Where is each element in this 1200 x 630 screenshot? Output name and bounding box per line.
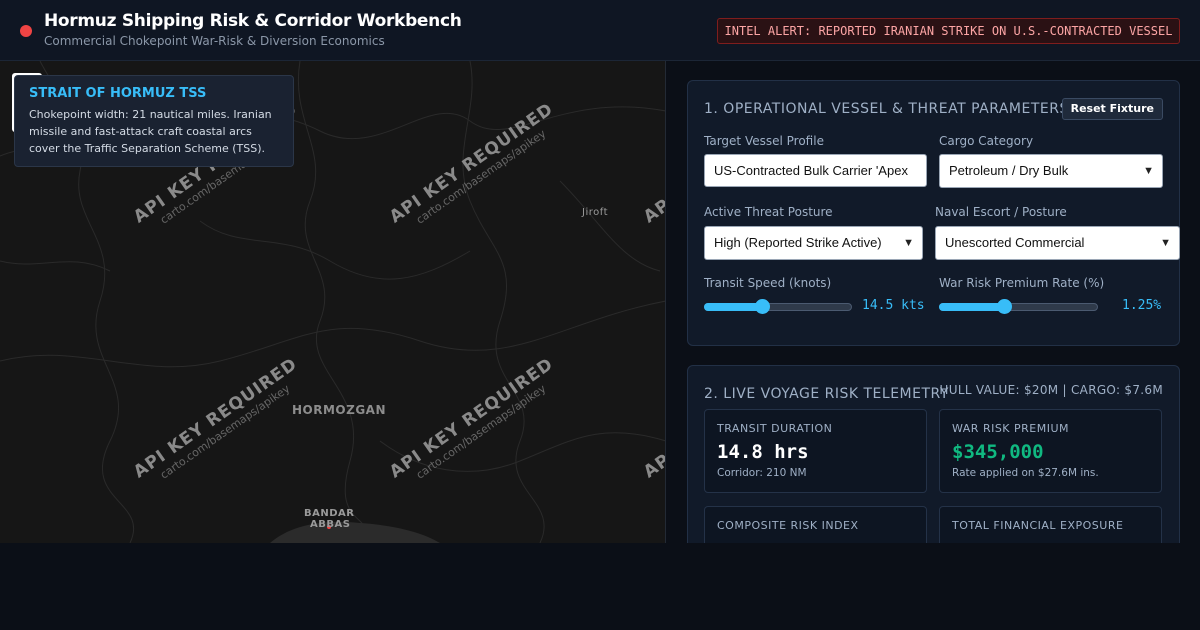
threat-posture-select[interactable]: High (Reported Strike Active) ▼ [704, 226, 923, 260]
chevron-down-icon: ▼ [1160, 237, 1171, 249]
voyage-telemetry-panel: 2. LIVE VOYAGE RISK TELEMETRY HULL VALUE… [687, 365, 1180, 590]
operational-parameters-panel: 1. OPERATIONAL VESSEL & THREAT PARAMETER… [687, 80, 1180, 346]
page-footer-area [0, 543, 1200, 630]
slider-thumb[interactable] [755, 299, 770, 314]
panel-title: 2. LIVE VOYAGE RISK TELEMETRY [704, 386, 949, 402]
war-risk-rate-label: War Risk Premium Rate (%) [939, 276, 1105, 290]
threat-posture-label: Active Threat Posture [704, 205, 833, 219]
map-label-city: BANDAR [304, 508, 355, 519]
map-label-region: HORMOZGAN [292, 403, 387, 417]
metric-sub: Rate applied on $27.6M ins. [952, 467, 1099, 479]
vessel-profile-input[interactable]: US-Contracted Bulk Carrier 'Apex [704, 154, 927, 187]
hull-cargo-values: HULL VALUE: $20M | CARGO: $7.6M [939, 383, 1163, 397]
naval-escort-select[interactable]: Unescorted Commercial ▼ [935, 226, 1180, 260]
reset-fixture-button[interactable]: Reset Fixture [1061, 98, 1163, 120]
metric-label: COMPOSITE RISK INDEX [717, 519, 859, 532]
metric-sub: Corridor: 210 NM [717, 467, 807, 479]
transit-speed-slider[interactable] [704, 299, 852, 314]
map-label-city: ABBAS [310, 519, 351, 530]
app-subtitle: Commercial Chokepoint War-Risk & Diversi… [44, 34, 385, 48]
chevron-down-icon: ▼ [1143, 165, 1154, 177]
app-header: Hormuz Shipping Risk & Corridor Workbenc… [0, 0, 1200, 61]
vessel-profile-label: Target Vessel Profile [704, 134, 824, 148]
war-risk-rate-slider[interactable] [939, 299, 1098, 314]
metric-war-risk-premium: WAR RISK PREMIUM $345,000 Rate applied o… [939, 409, 1162, 493]
app-title: Hormuz Shipping Risk & Corridor Workbenc… [44, 11, 462, 31]
metric-label: TRANSIT DURATION [717, 422, 833, 435]
metric-value: $345,000 [952, 441, 1044, 463]
panel-title: 1. OPERATIONAL VESSEL & THREAT PARAMETER… [704, 101, 1069, 117]
metric-label: WAR RISK PREMIUM [952, 422, 1070, 435]
cargo-category-select[interactable]: Petroleum / Dry Bulk ▼ [939, 154, 1163, 188]
naval-escort-label: Naval Escort / Posture [935, 205, 1067, 219]
tss-card-title: STRAIT OF HORMUZ TSS [29, 86, 207, 101]
tss-info-card: STRAIT OF HORMUZ TSS Chokepoint width: 2… [14, 75, 294, 167]
slider-thumb[interactable] [997, 299, 1012, 314]
cargo-category-label: Cargo Category [939, 134, 1034, 148]
metric-transit-duration: TRANSIT DURATION 14.8 hrs Corridor: 210 … [704, 409, 927, 493]
war-risk-rate-value: 1.25% [1122, 298, 1162, 313]
transit-speed-value: 14.5 kts [862, 298, 925, 313]
metric-label: TOTAL FINANCIAL EXPOSURE [952, 519, 1124, 532]
transit-speed-label: Transit Speed (knots) [704, 276, 832, 290]
tss-card-text: Chokepoint width: 21 nautical miles. Ira… [29, 108, 272, 155]
chevron-down-icon: ▼ [903, 237, 914, 249]
map-label-town: Jiroft [582, 207, 609, 218]
metric-value: 14.8 hrs [717, 441, 809, 463]
intel-alert-banner: INTEL ALERT: REPORTED IRANIAN STRIKE ON … [717, 18, 1180, 44]
status-dot-icon [20, 25, 32, 37]
